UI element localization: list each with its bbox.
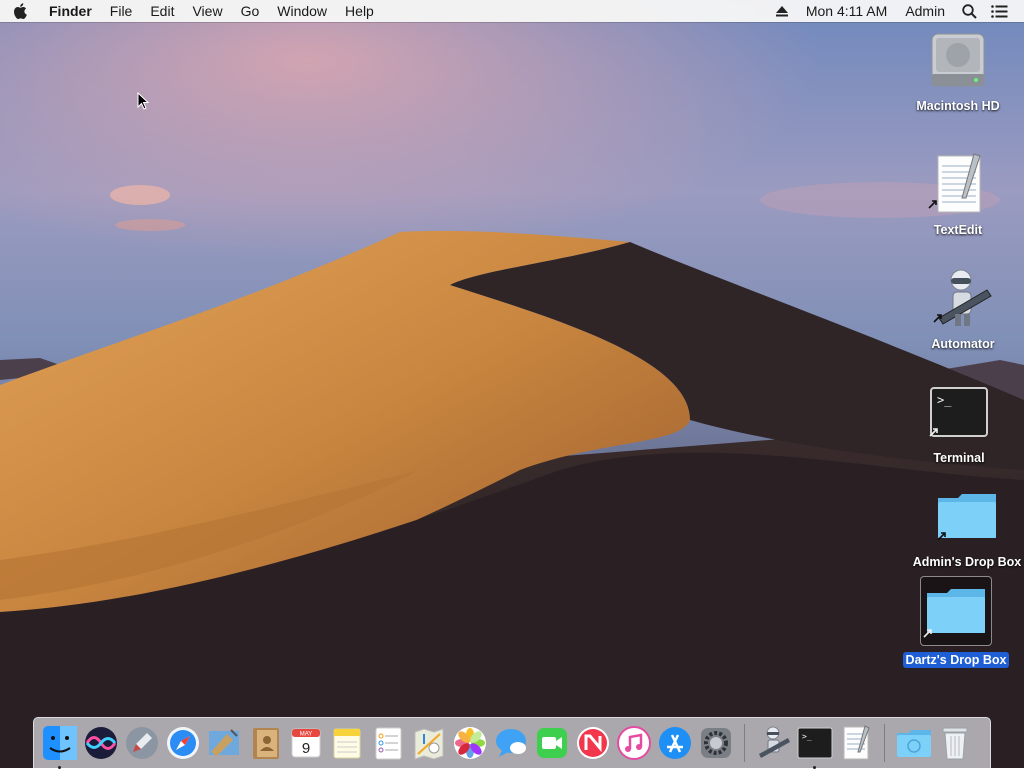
automator-icon [931, 266, 995, 330]
finder-icon [42, 726, 77, 760]
desktop-icon-label: Terminal [933, 451, 985, 465]
dock-textedit[interactable] [837, 725, 874, 762]
menu-view[interactable]: View [183, 0, 231, 22]
alias-arrow-icon [937, 528, 947, 546]
menu-clock[interactable]: Mon 4:11 AM [797, 0, 896, 22]
dock: MAY 9 >_ [33, 717, 991, 769]
desktop-icon-label: TextEdit [933, 223, 983, 237]
textedit-icon [843, 725, 870, 760]
svg-text:>_: >_ [802, 732, 812, 741]
launchpad-icon [125, 727, 158, 759]
trash-icon [942, 727, 967, 760]
menu-user[interactable]: Admin [896, 0, 954, 22]
dock-trash[interactable] [936, 725, 973, 762]
desktop-icon-label: Automator [931, 337, 995, 351]
facetime-icon [536, 728, 567, 758]
dock-downloads[interactable] [895, 725, 932, 762]
safari-icon [166, 727, 199, 759]
desktop-icon-label: Macintosh HD [916, 99, 1000, 113]
dock-photos[interactable] [451, 725, 488, 762]
contacts-icon [252, 728, 279, 759]
dock-automator[interactable] [755, 725, 792, 762]
desktop-icon-textedit[interactable]: TextEdit [898, 152, 1018, 238]
textedit-icon [926, 152, 990, 216]
terminal-icon: >_ [927, 380, 991, 444]
menu-bar: Finder File Edit View Go Window Help Mon… [0, 0, 1024, 22]
menu-window[interactable]: Window [268, 0, 336, 22]
alias-arrow-icon [933, 310, 943, 328]
mail-icon [208, 729, 239, 756]
menu-list-icon[interactable] [984, 0, 1014, 22]
desktop-wallpaper [0, 0, 1024, 768]
dock-app-store[interactable] [656, 725, 693, 762]
desktop-icon-macintosh-hd[interactable]: Macintosh HD [898, 28, 1018, 114]
dock-separator [884, 724, 885, 762]
dock-siri[interactable] [82, 725, 119, 762]
dock-maps[interactable] [410, 725, 447, 762]
apple-icon[interactable] [0, 0, 40, 22]
desktop-icon-automator[interactable]: Automator [903, 266, 1023, 352]
calendar-icon: MAY 9 [291, 728, 320, 758]
folder-icon [935, 484, 999, 548]
terminal-icon: >_ [797, 727, 832, 759]
dock-safari[interactable] [164, 725, 201, 762]
dock-system-preferences[interactable] [697, 725, 734, 762]
dock-terminal[interactable]: >_ [796, 725, 833, 769]
maps-icon [414, 728, 443, 760]
eject-icon[interactable] [767, 0, 797, 22]
downloads-folder-icon [896, 730, 931, 757]
dock-finder[interactable] [41, 725, 78, 769]
desktop-icon-label: Admin's Drop Box [912, 555, 1022, 569]
svg-text:>_: >_ [937, 393, 952, 407]
dock-reminders[interactable] [369, 725, 406, 762]
hard-drive-icon [926, 28, 990, 92]
dock-facetime[interactable] [533, 725, 570, 762]
folder-icon [920, 576, 992, 646]
app-store-icon [658, 727, 691, 759]
menu-file[interactable]: File [101, 0, 142, 22]
siri-icon [84, 727, 117, 759]
menu-app-name[interactable]: Finder [40, 0, 101, 22]
running-indicator [813, 765, 816, 769]
menu-edit[interactable]: Edit [141, 0, 183, 22]
dock-notes[interactable] [328, 725, 365, 762]
gear-icon [700, 728, 731, 758]
dock-messages[interactable] [492, 725, 529, 762]
desktop-icon-label: Dartz's Drop Box [902, 652, 1010, 668]
dock-itunes[interactable] [615, 725, 652, 762]
desktop-icon-admins-drop-box[interactable]: Admin's Drop Box [907, 484, 1024, 570]
desktop-icon-terminal[interactable]: >_ Terminal [899, 380, 1019, 466]
dock-separator [744, 724, 745, 762]
news-icon [576, 727, 609, 759]
calendar-day-label: 9 [301, 740, 309, 757]
automator-icon [758, 726, 790, 758]
messages-icon [495, 729, 526, 757]
alias-arrow-icon [928, 196, 938, 214]
dock-launchpad[interactable] [123, 725, 160, 762]
mouse-cursor-icon [137, 91, 150, 115]
itunes-icon [616, 726, 651, 760]
alias-arrow-icon [929, 424, 939, 442]
dock-news[interactable] [574, 725, 611, 762]
desktop-icon-dartzs-drop-box[interactable]: Dartz's Drop Box [896, 576, 1016, 668]
running-indicator [58, 765, 61, 769]
reminders-icon [375, 727, 401, 760]
dock-calendar[interactable]: MAY 9 [287, 725, 324, 762]
notes-icon [333, 728, 360, 759]
dock-contacts[interactable] [246, 725, 283, 762]
search-icon[interactable] [954, 0, 984, 22]
photos-icon [453, 727, 486, 759]
menu-go[interactable]: Go [232, 0, 269, 22]
alias-arrow-icon [923, 625, 933, 643]
calendar-month-label: MAY [299, 732, 312, 738]
menu-help[interactable]: Help [336, 0, 383, 22]
dock-mail[interactable] [205, 725, 242, 762]
